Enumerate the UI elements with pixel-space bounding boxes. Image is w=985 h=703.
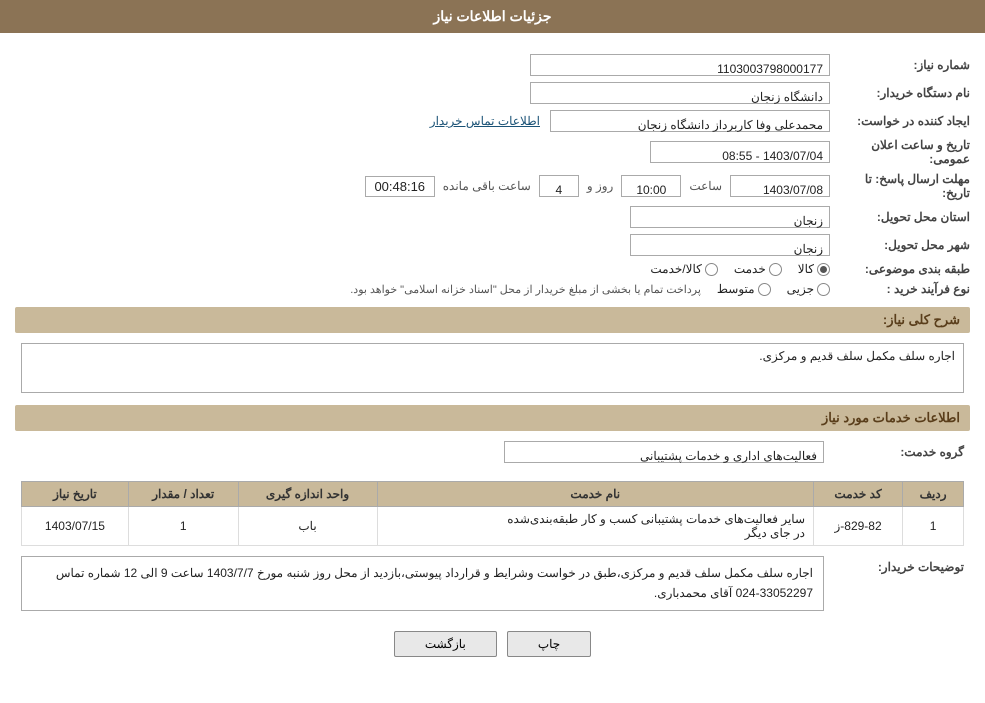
remaining-time-value: 00:48:16 (365, 176, 435, 197)
table-row: 1 829-82-ز سایر فعالیت‌های خدمات پشتیبان… (22, 507, 964, 546)
print-button[interactable]: چاپ (507, 631, 591, 657)
cell-unit: باب (238, 507, 377, 546)
response-time-value: 10:00 (621, 175, 681, 197)
services-table: ردیف کد خدمت نام خدمت واحد اندازه گیری ت… (21, 481, 964, 546)
service-group-value: فعالیت‌های اداری و خدمات پشتیبانی (504, 441, 824, 463)
buyer-notes-value: اجاره سلف مکمل سلف قدیم و مرکزی،طبق در خ… (21, 556, 824, 611)
category-label: طبقه بندی موضوعی: (830, 262, 970, 276)
cell-row-num: 1 (903, 507, 964, 546)
service-group-label: گروه خدمت: (824, 445, 964, 459)
cell-date: 1403/07/15 (22, 507, 129, 546)
purchase-type-option-jozyi[interactable]: جزیی (787, 282, 830, 296)
category-radio-kala[interactable] (817, 263, 830, 276)
response-date-value: 1403/07/08 (730, 175, 830, 197)
services-section-header: اطلاعات خدمات مورد نیاز (15, 405, 970, 431)
purchase-type-radio-jozyi[interactable] (817, 283, 830, 296)
response-time-label: ساعت (689, 179, 722, 193)
services-section-label: اطلاعات خدمات مورد نیاز (822, 410, 960, 425)
page-header: جزئیات اطلاعات نیاز (0, 0, 985, 33)
need-number-value: 1103003798000177 (530, 54, 830, 76)
col-service-code: کد خدمت (814, 482, 903, 507)
buttons-row: چاپ بازگشت (15, 631, 970, 657)
response-days-value: 4 (539, 175, 579, 197)
purchase-type-label: نوع فرآیند خرید : (830, 282, 970, 296)
category-kala-khedmat-label: کالا/خدمت (650, 262, 701, 276)
col-service-name: نام خدمت (377, 482, 813, 507)
creator-value: محمدعلی وفا کاربرداز دانشگاه زنجان (550, 110, 830, 132)
creator-label: ایجاد کننده در خواست: (830, 114, 970, 128)
purchase-type-motavaset-label: متوسط (717, 282, 755, 296)
purchase-type-radio-motavaset[interactable] (758, 283, 771, 296)
back-button[interactable]: بازگشت (394, 631, 497, 657)
page-title: جزئیات اطلاعات نیاز (433, 8, 551, 24)
category-radio-khedmat[interactable] (769, 263, 782, 276)
col-unit: واحد اندازه گیری (238, 482, 377, 507)
city-value: زنجان (630, 234, 830, 256)
col-date: تاریخ نیاز (22, 482, 129, 507)
buyer-org-label: نام دستگاه خریدار: (830, 86, 970, 100)
response-days-label: روز و (587, 179, 614, 193)
need-number-label: شماره نیاز: (830, 58, 970, 72)
province-label: استان محل تحویل: (830, 210, 970, 224)
cell-service-code: 829-82-ز (814, 507, 903, 546)
description-value: اجاره سلف مکمل سلف قدیم و مرکزی. (21, 343, 964, 393)
remaining-label: ساعت باقی مانده (443, 179, 531, 193)
province-value: زنجان (630, 206, 830, 228)
category-option-khedmat[interactable]: خدمت (734, 262, 782, 276)
purchase-type-jozyi-label: جزیی (787, 282, 814, 296)
description-label: شرح کلی نیاز: (883, 312, 960, 327)
announce-datetime-label: تاریخ و ساعت اعلان عمومی: (830, 138, 970, 166)
contact-link[interactable]: اطلاعات تماس خریدار (430, 114, 540, 128)
category-radio-kala-khedmat[interactable] (705, 263, 718, 276)
category-option-kala-khedmat[interactable]: کالا/خدمت (650, 262, 717, 276)
col-row-num: ردیف (903, 482, 964, 507)
description-section-header: شرح کلی نیاز: (15, 307, 970, 333)
category-khedmat-label: خدمت (734, 262, 766, 276)
buyer-org-value: دانشگاه زنجان (530, 82, 830, 104)
buyer-notes-label: توضیحات خریدار: (824, 556, 964, 574)
category-kala-label: کالا (798, 262, 814, 276)
purchase-type-option-motavaset[interactable]: متوسط (717, 282, 771, 296)
cell-service-name: سایر فعالیت‌های خدمات پشتیبانی کسب و کار… (377, 507, 813, 546)
purchase-type-note: پرداخت تمام یا بخشی از مبلغ خریدار از مح… (350, 283, 701, 296)
response-deadline-label: مهلت ارسال پاسخ: تا تاریخ: (830, 172, 970, 200)
city-label: شهر محل تحویل: (830, 238, 970, 252)
announce-datetime-value: 1403/07/04 - 08:55 (650, 141, 830, 163)
col-quantity: تعداد / مقدار (128, 482, 238, 507)
category-option-kala[interactable]: کالا (798, 262, 830, 276)
cell-quantity: 1 (128, 507, 238, 546)
